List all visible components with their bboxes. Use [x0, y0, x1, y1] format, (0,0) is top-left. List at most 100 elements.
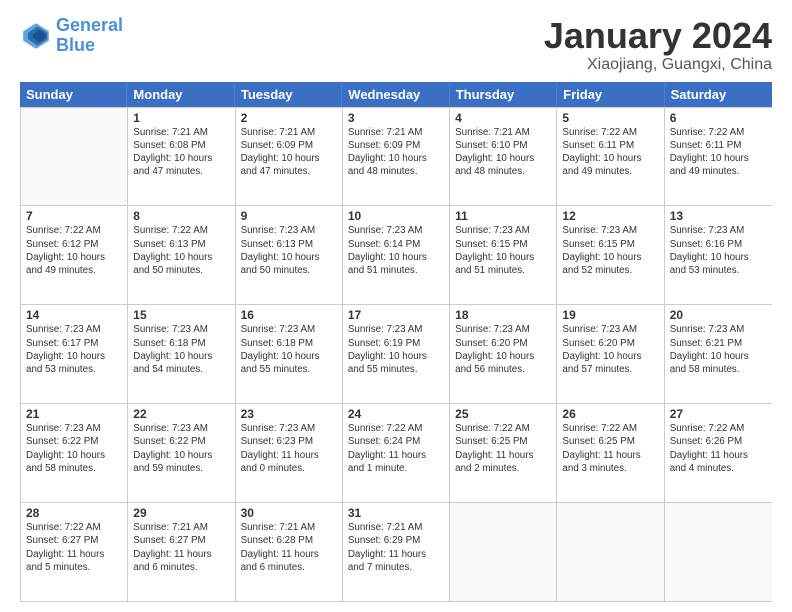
day-info: Sunrise: 7:22 AM Sunset: 6:11 PM Dayligh… — [670, 126, 767, 179]
calendar-week-row: 7Sunrise: 7:22 AM Sunset: 6:12 PM Daylig… — [21, 205, 772, 304]
day-info: Sunrise: 7:21 AM Sunset: 6:28 PM Dayligh… — [241, 521, 337, 574]
day-number: 19 — [562, 308, 658, 322]
calendar-subtitle: Xiaojiang, Guangxi, China — [544, 56, 772, 74]
calendar-day-cell: 25Sunrise: 7:22 AM Sunset: 6:25 PM Dayli… — [450, 404, 557, 502]
calendar-day-cell: 23Sunrise: 7:23 AM Sunset: 6:23 PM Dayli… — [236, 404, 343, 502]
calendar-day-cell: 6Sunrise: 7:22 AM Sunset: 6:11 PM Daylig… — [665, 108, 772, 206]
calendar-day-cell: 21Sunrise: 7:23 AM Sunset: 6:22 PM Dayli… — [21, 404, 128, 502]
day-info: Sunrise: 7:21 AM Sunset: 6:29 PM Dayligh… — [348, 521, 444, 574]
day-info: Sunrise: 7:22 AM Sunset: 6:12 PM Dayligh… — [26, 224, 122, 277]
calendar-body: 1Sunrise: 7:21 AM Sunset: 6:08 PM Daylig… — [20, 107, 772, 602]
day-number: 20 — [670, 308, 767, 322]
logo-text: General Blue — [56, 16, 123, 56]
day-info: Sunrise: 7:21 AM Sunset: 6:09 PM Dayligh… — [241, 126, 337, 179]
day-info: Sunrise: 7:22 AM Sunset: 6:11 PM Dayligh… — [562, 126, 658, 179]
day-number: 6 — [670, 111, 767, 125]
calendar-day-cell: 28Sunrise: 7:22 AM Sunset: 6:27 PM Dayli… — [21, 503, 128, 601]
calendar-day-cell: 2Sunrise: 7:21 AM Sunset: 6:09 PM Daylig… — [236, 108, 343, 206]
day-info: Sunrise: 7:23 AM Sunset: 6:20 PM Dayligh… — [562, 323, 658, 376]
day-info: Sunrise: 7:23 AM Sunset: 6:18 PM Dayligh… — [133, 323, 229, 376]
day-number: 21 — [26, 407, 122, 421]
calendar-header-cell: Saturday — [665, 82, 772, 107]
calendar-day-cell — [557, 503, 664, 601]
day-number: 28 — [26, 506, 122, 520]
day-number: 11 — [455, 209, 551, 223]
calendar-day-cell — [450, 503, 557, 601]
calendar-day-cell: 4Sunrise: 7:21 AM Sunset: 6:10 PM Daylig… — [450, 108, 557, 206]
day-number: 23 — [241, 407, 337, 421]
day-info: Sunrise: 7:22 AM Sunset: 6:27 PM Dayligh… — [26, 521, 122, 574]
day-info: Sunrise: 7:22 AM Sunset: 6:24 PM Dayligh… — [348, 422, 444, 475]
calendar-day-cell: 16Sunrise: 7:23 AM Sunset: 6:18 PM Dayli… — [236, 305, 343, 403]
day-number: 3 — [348, 111, 444, 125]
calendar-day-cell: 19Sunrise: 7:23 AM Sunset: 6:20 PM Dayli… — [557, 305, 664, 403]
day-number: 24 — [348, 407, 444, 421]
calendar-week-row: 28Sunrise: 7:22 AM Sunset: 6:27 PM Dayli… — [21, 502, 772, 601]
calendar-day-cell: 31Sunrise: 7:21 AM Sunset: 6:29 PM Dayli… — [343, 503, 450, 601]
day-number: 7 — [26, 209, 122, 223]
day-number: 16 — [241, 308, 337, 322]
page: General Blue January 2024 Xiaojiang, Gua… — [0, 0, 792, 612]
calendar-day-cell: 8Sunrise: 7:22 AM Sunset: 6:13 PM Daylig… — [128, 206, 235, 304]
logo-icon — [20, 20, 52, 52]
day-info: Sunrise: 7:22 AM Sunset: 6:26 PM Dayligh… — [670, 422, 767, 475]
day-info: Sunrise: 7:23 AM Sunset: 6:21 PM Dayligh… — [670, 323, 767, 376]
logo-blue: Blue — [56, 35, 95, 55]
day-number: 8 — [133, 209, 229, 223]
day-info: Sunrise: 7:21 AM Sunset: 6:27 PM Dayligh… — [133, 521, 229, 574]
calendar: SundayMondayTuesdayWednesdayThursdayFrid… — [20, 82, 772, 602]
calendar-day-cell: 26Sunrise: 7:22 AM Sunset: 6:25 PM Dayli… — [557, 404, 664, 502]
day-number: 26 — [562, 407, 658, 421]
calendar-day-cell: 30Sunrise: 7:21 AM Sunset: 6:28 PM Dayli… — [236, 503, 343, 601]
day-info: Sunrise: 7:23 AM Sunset: 6:15 PM Dayligh… — [562, 224, 658, 277]
day-number: 27 — [670, 407, 767, 421]
calendar-day-cell: 22Sunrise: 7:23 AM Sunset: 6:22 PM Dayli… — [128, 404, 235, 502]
calendar-title: January 2024 — [544, 16, 772, 56]
calendar-week-row: 1Sunrise: 7:21 AM Sunset: 6:08 PM Daylig… — [21, 107, 772, 206]
day-number: 18 — [455, 308, 551, 322]
calendar-day-cell: 12Sunrise: 7:23 AM Sunset: 6:15 PM Dayli… — [557, 206, 664, 304]
day-number: 2 — [241, 111, 337, 125]
day-info: Sunrise: 7:21 AM Sunset: 6:10 PM Dayligh… — [455, 126, 551, 179]
day-info: Sunrise: 7:23 AM Sunset: 6:14 PM Dayligh… — [348, 224, 444, 277]
day-number: 30 — [241, 506, 337, 520]
calendar-day-cell: 5Sunrise: 7:22 AM Sunset: 6:11 PM Daylig… — [557, 108, 664, 206]
calendar-day-cell: 14Sunrise: 7:23 AM Sunset: 6:17 PM Dayli… — [21, 305, 128, 403]
day-info: Sunrise: 7:23 AM Sunset: 6:15 PM Dayligh… — [455, 224, 551, 277]
day-number: 25 — [455, 407, 551, 421]
day-info: Sunrise: 7:23 AM Sunset: 6:23 PM Dayligh… — [241, 422, 337, 475]
calendar-header-cell: Thursday — [450, 82, 557, 107]
day-number: 10 — [348, 209, 444, 223]
calendar-header-cell: Tuesday — [235, 82, 342, 107]
calendar-day-cell: 27Sunrise: 7:22 AM Sunset: 6:26 PM Dayli… — [665, 404, 772, 502]
day-info: Sunrise: 7:23 AM Sunset: 6:18 PM Dayligh… — [241, 323, 337, 376]
calendar-day-cell: 10Sunrise: 7:23 AM Sunset: 6:14 PM Dayli… — [343, 206, 450, 304]
day-number: 14 — [26, 308, 122, 322]
day-info: Sunrise: 7:21 AM Sunset: 6:08 PM Dayligh… — [133, 126, 229, 179]
title-block: January 2024 Xiaojiang, Guangxi, China — [544, 16, 772, 74]
day-info: Sunrise: 7:23 AM Sunset: 6:13 PM Dayligh… — [241, 224, 337, 277]
logo-general: General — [56, 15, 123, 35]
calendar-header-row: SundayMondayTuesdayWednesdayThursdayFrid… — [20, 82, 772, 107]
calendar-day-cell: 13Sunrise: 7:23 AM Sunset: 6:16 PM Dayli… — [665, 206, 772, 304]
calendar-day-cell: 18Sunrise: 7:23 AM Sunset: 6:20 PM Dayli… — [450, 305, 557, 403]
calendar-header-cell: Sunday — [20, 82, 127, 107]
calendar-header-cell: Wednesday — [342, 82, 449, 107]
day-info: Sunrise: 7:22 AM Sunset: 6:25 PM Dayligh… — [455, 422, 551, 475]
calendar-day-cell: 24Sunrise: 7:22 AM Sunset: 6:24 PM Dayli… — [343, 404, 450, 502]
calendar-day-cell: 3Sunrise: 7:21 AM Sunset: 6:09 PM Daylig… — [343, 108, 450, 206]
day-info: Sunrise: 7:22 AM Sunset: 6:25 PM Dayligh… — [562, 422, 658, 475]
calendar-day-cell: 7Sunrise: 7:22 AM Sunset: 6:12 PM Daylig… — [21, 206, 128, 304]
day-number: 1 — [133, 111, 229, 125]
calendar-day-cell — [21, 108, 128, 206]
day-number: 31 — [348, 506, 444, 520]
day-number: 12 — [562, 209, 658, 223]
day-info: Sunrise: 7:23 AM Sunset: 6:22 PM Dayligh… — [26, 422, 122, 475]
calendar-day-cell: 29Sunrise: 7:21 AM Sunset: 6:27 PM Dayli… — [128, 503, 235, 601]
day-info: Sunrise: 7:23 AM Sunset: 6:17 PM Dayligh… — [26, 323, 122, 376]
day-info: Sunrise: 7:23 AM Sunset: 6:16 PM Dayligh… — [670, 224, 767, 277]
calendar-day-cell: 9Sunrise: 7:23 AM Sunset: 6:13 PM Daylig… — [236, 206, 343, 304]
day-info: Sunrise: 7:23 AM Sunset: 6:20 PM Dayligh… — [455, 323, 551, 376]
day-info: Sunrise: 7:23 AM Sunset: 6:22 PM Dayligh… — [133, 422, 229, 475]
calendar-day-cell: 11Sunrise: 7:23 AM Sunset: 6:15 PM Dayli… — [450, 206, 557, 304]
